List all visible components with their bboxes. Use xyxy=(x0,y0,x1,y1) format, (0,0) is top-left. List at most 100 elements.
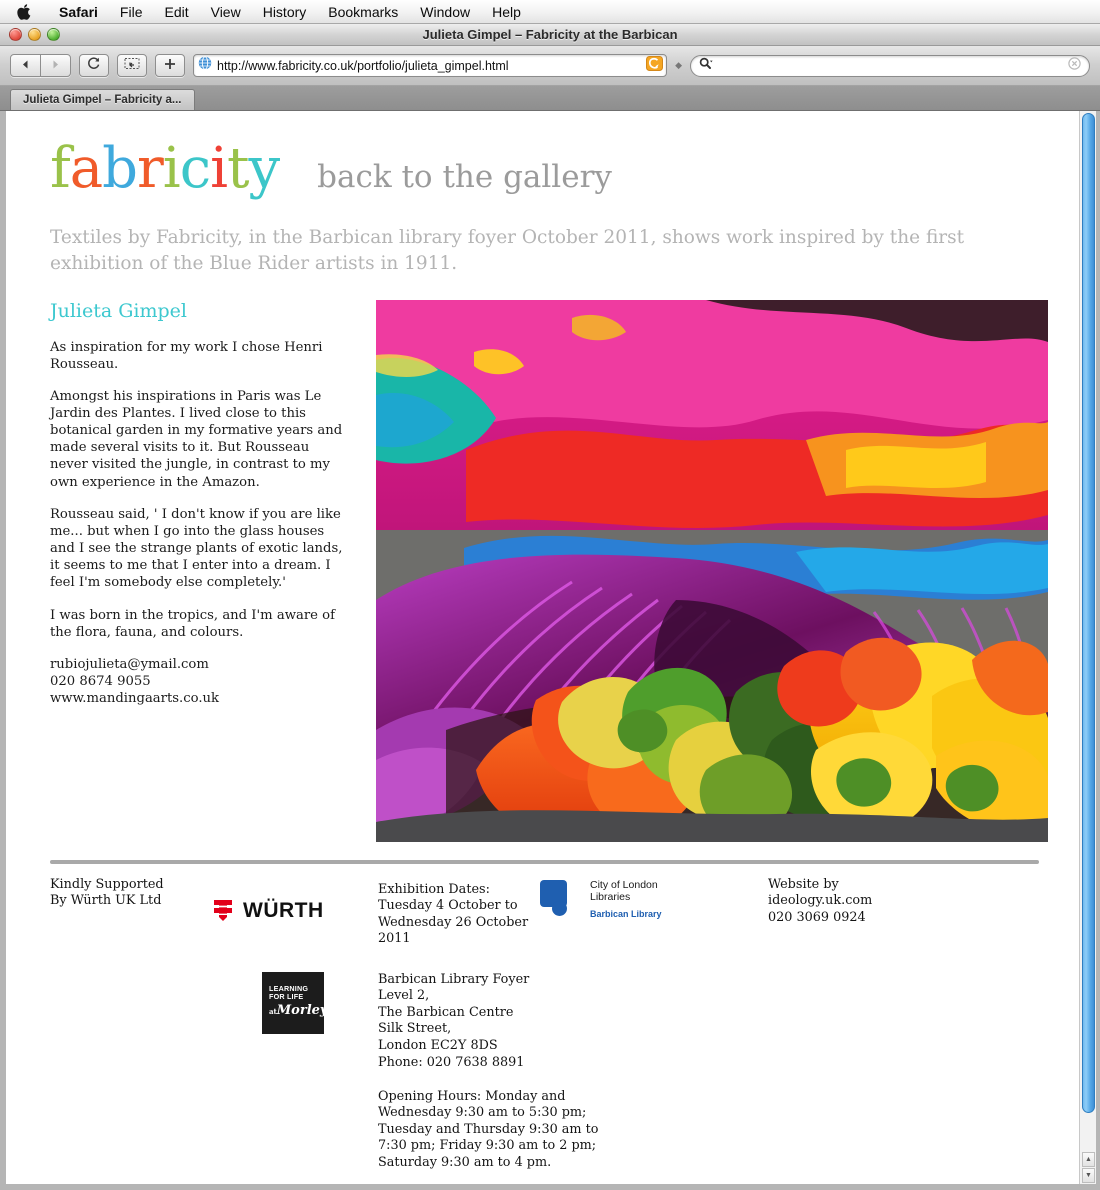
scroll-down-arrow-icon[interactable]: ▼ xyxy=(1082,1168,1095,1183)
artist-column: Julieta Gimpel As inspiration for my wor… xyxy=(50,300,350,842)
city-of-london-libraries-logo: City of London Libraries Barbican Librar… xyxy=(540,878,662,922)
artist-website[interactable]: www.mandingaarts.co.uk xyxy=(50,690,350,707)
artist-name-heading: Julieta Gimpel xyxy=(50,299,188,322)
venue-address: Barbican Library Foyer Level 2, The Barb… xyxy=(378,972,638,1072)
back-arrow-icon xyxy=(20,57,31,75)
tab-bar: Julieta Gimpel – Fabricity a... xyxy=(0,86,1100,111)
forward-arrow-icon xyxy=(50,57,61,75)
morley-line-2: FOR LIFE xyxy=(269,992,304,1002)
exhibition-dates: Exhibition Dates: Tuesday 4 October to W… xyxy=(378,882,548,949)
search-icon[interactable] xyxy=(699,57,713,75)
col-logo-line-3: Barbican Library xyxy=(590,909,662,920)
logo-letter-i1: i xyxy=(162,136,181,201)
opening-hours: Opening Hours: Monday and Wednesday 9:30… xyxy=(378,1089,628,1172)
globe-icon xyxy=(198,56,212,75)
search-input[interactable] xyxy=(713,57,1068,74)
logo-letter-t: t xyxy=(226,136,249,201)
site-header: fabricity back to the gallery xyxy=(50,141,1039,197)
url-text[interactable]: http://www.fabricity.co.uk/portfolio/jul… xyxy=(217,59,646,73)
website-line-3: 020 3069 0924 xyxy=(768,909,866,925)
logo-letter-r: r xyxy=(136,136,164,201)
address-bar[interactable]: http://www.fabricity.co.uk/portfolio/jul… xyxy=(193,54,668,77)
address-line-4: Silk Street, xyxy=(378,1021,452,1037)
artist-paragraph-3: Rousseau said, ' I don't know if you are… xyxy=(50,506,343,591)
artist-paragraph-2: Amongst his inspirations in Paris was Le… xyxy=(50,388,343,490)
dates-line-2: Tuesday 4 October to xyxy=(378,898,518,914)
tab-julieta-gimpel[interactable]: Julieta Gimpel – Fabricity a... xyxy=(10,89,195,110)
intro-text: Textiles by Fabricity, in the Barbican l… xyxy=(50,227,965,275)
wurth-wordmark: WÜRTH xyxy=(243,898,324,922)
hours-line-5: Saturday 9:30 am to 4 pm. xyxy=(378,1155,552,1171)
content-area: fabricity back to the gallery Textiles b… xyxy=(0,111,1100,1190)
window-controls xyxy=(9,28,60,41)
website-line-2[interactable]: ideology.uk.com xyxy=(768,893,988,910)
browser-toolbar: http://www.fabricity.co.uk/portfolio/jul… xyxy=(0,46,1100,86)
website-line-1: Website by xyxy=(768,876,839,892)
snapback-icon xyxy=(124,57,140,75)
website-credit: Website by ideology.uk.com 020 3069 0924 xyxy=(768,877,988,927)
artwork-photo xyxy=(376,299,1048,842)
morley-line-3: atMorley xyxy=(269,1003,327,1020)
morley-line-3-prefix: at xyxy=(269,1007,277,1017)
address-line-1: Barbican Library Foyer xyxy=(378,971,530,987)
col-logo-line-1: City of London xyxy=(590,878,658,891)
logo-letter-a: a xyxy=(69,136,103,201)
dates-line-1: Exhibition Dates: xyxy=(378,881,490,897)
address-line-3: The Barbican Centre xyxy=(378,1004,514,1020)
artist-email[interactable]: rubiojulieta@ymail.com xyxy=(50,656,350,673)
menu-item-file[interactable]: File xyxy=(109,2,154,22)
menu-item-edit[interactable]: Edit xyxy=(153,2,199,22)
dates-line-3: Wednesday 26 October xyxy=(378,914,529,930)
dates-line-4: 2011 xyxy=(378,931,411,947)
menu-item-view[interactable]: View xyxy=(200,2,252,22)
navigation-button-group xyxy=(10,54,71,77)
scrollbar-thumb[interactable] xyxy=(1082,113,1095,1113)
window-title: Julieta Gimpel – Fabricity at the Barbic… xyxy=(422,27,678,42)
menu-item-window[interactable]: Window xyxy=(409,2,481,22)
morley-wordmark: Morley xyxy=(276,1003,328,1019)
web-page: fabricity back to the gallery Textiles b… xyxy=(6,111,1079,1184)
footer-divider xyxy=(50,859,1039,864)
artist-phone: 020 8674 9055 xyxy=(50,674,151,690)
clear-icon[interactable] xyxy=(1068,56,1081,75)
scroll-up-arrow-icon[interactable]: ▲ xyxy=(1082,1152,1095,1167)
browser-window: Julieta Gimpel – Fabricity at the Barbic… xyxy=(0,24,1100,1190)
add-bookmark-button[interactable] xyxy=(155,54,185,77)
reload-button[interactable] xyxy=(79,54,109,77)
wurth-mark-icon xyxy=(210,897,236,923)
back-to-gallery-link[interactable]: back to the gallery xyxy=(317,159,612,195)
toolbar-separator: ◆ xyxy=(675,60,682,70)
rss-icon[interactable] xyxy=(646,55,664,76)
search-field[interactable] xyxy=(690,54,1090,77)
vertical-scrollbar[interactable]: ▲ ▼ xyxy=(1079,111,1096,1184)
hours-line-3: Tuesday and Thursday 9:30 am to xyxy=(378,1121,599,1137)
address-line-2: Level 2, xyxy=(378,988,430,1004)
reload-icon xyxy=(87,56,101,75)
morley-college-logo: LEARNING FOR LIFE atMorley xyxy=(262,971,327,1034)
wurth-logo: WÜRTH xyxy=(210,897,324,924)
window-title-bar[interactable]: Julieta Gimpel – Fabricity at the Barbic… xyxy=(0,24,1100,46)
menu-item-safari[interactable]: Safari xyxy=(48,2,109,22)
logo-letter-c: c xyxy=(179,136,211,201)
col-logo-circle-icon xyxy=(552,900,567,916)
forward-button[interactable] xyxy=(40,54,71,77)
logo-letter-f: f xyxy=(50,136,71,201)
artist-paragraph-1: As inspiration for my work I chose Henri… xyxy=(50,339,323,372)
menu-item-help[interactable]: Help xyxy=(481,2,532,22)
fabricity-logo: fabricity xyxy=(50,141,280,197)
address-line-6: Phone: 020 7638 8891 xyxy=(378,1054,525,1070)
apple-icon[interactable] xyxy=(14,3,36,21)
snapback-button[interactable] xyxy=(117,54,147,77)
support-line-2: By Würth UK Ltd xyxy=(50,893,162,909)
menu-item-history[interactable]: History xyxy=(252,2,318,22)
footer-support-text: Kindly Supported By Würth UK Ltd xyxy=(50,877,220,910)
close-window-button[interactable] xyxy=(9,28,22,41)
zoom-window-button[interactable] xyxy=(47,28,60,41)
plus-icon xyxy=(164,57,176,75)
menu-item-bookmarks[interactable]: Bookmarks xyxy=(317,2,409,22)
address-line-5: London EC2Y 8DS xyxy=(378,1038,498,1054)
hours-line-4: 7:30 pm; Friday 9:30 am to 2 pm; xyxy=(378,1138,597,1154)
minimize-window-button[interactable] xyxy=(28,28,41,41)
back-button[interactable] xyxy=(10,54,41,77)
main-content-row: Julieta Gimpel As inspiration for my wor… xyxy=(50,299,1048,842)
